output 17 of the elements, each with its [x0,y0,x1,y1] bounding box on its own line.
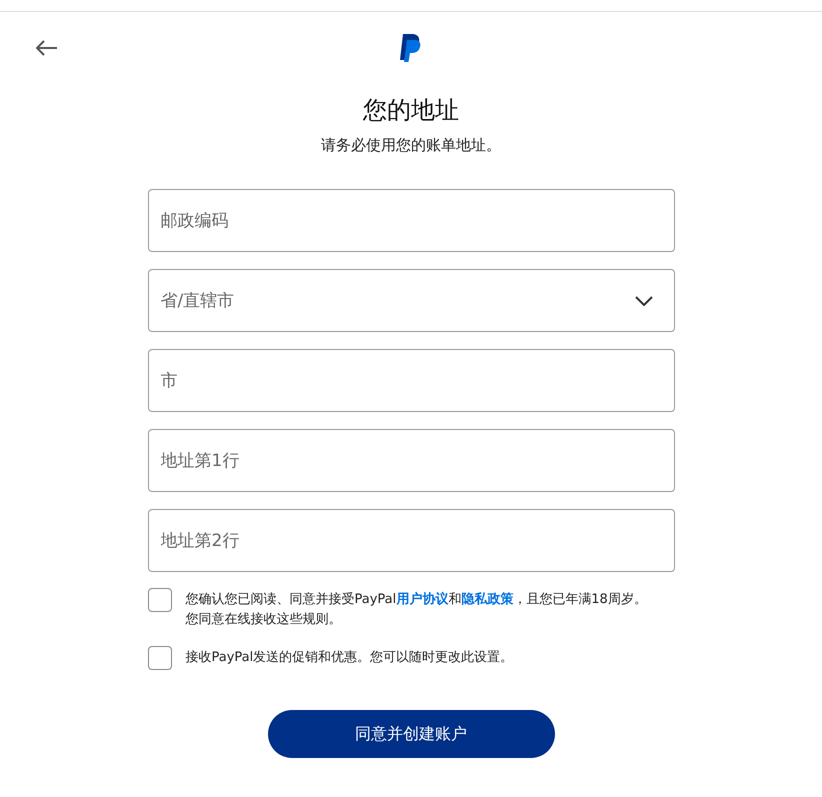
chevron-down-icon [634,296,652,306]
input-field[interactable]: 邮政编码 [148,189,674,252]
checkbox[interactable] [148,588,172,612]
input-field[interactable]: 地址第2行 [148,509,674,572]
page-subtitle: 请务必使用您的账单地址。 [321,136,501,155]
link[interactable]: 隐私政策 [461,592,514,607]
input-field[interactable]: 地址第1行 [148,429,674,492]
back-arrow-icon [36,40,58,56]
logo-icon [399,33,423,63]
submit-button[interactable]: 同意并创建账户 [268,710,554,758]
page-title: 您的地址 [363,95,459,126]
checkbox[interactable] [148,646,172,670]
consent-text: 接收PayPal发送的促销和优惠。您可以随时更改此设置。 [186,649,514,667]
link[interactable]: 用户协议 [396,592,448,607]
input-field[interactable]: 市 [148,349,674,412]
consent-text: 您确认您已阅读、同意并接受PayPal用户协议和隐私政策，且您已年满18周岁。您同意在线接收这些规则。 [186,590,648,629]
select-field[interactable]: 省/直辖市 [148,269,674,332]
